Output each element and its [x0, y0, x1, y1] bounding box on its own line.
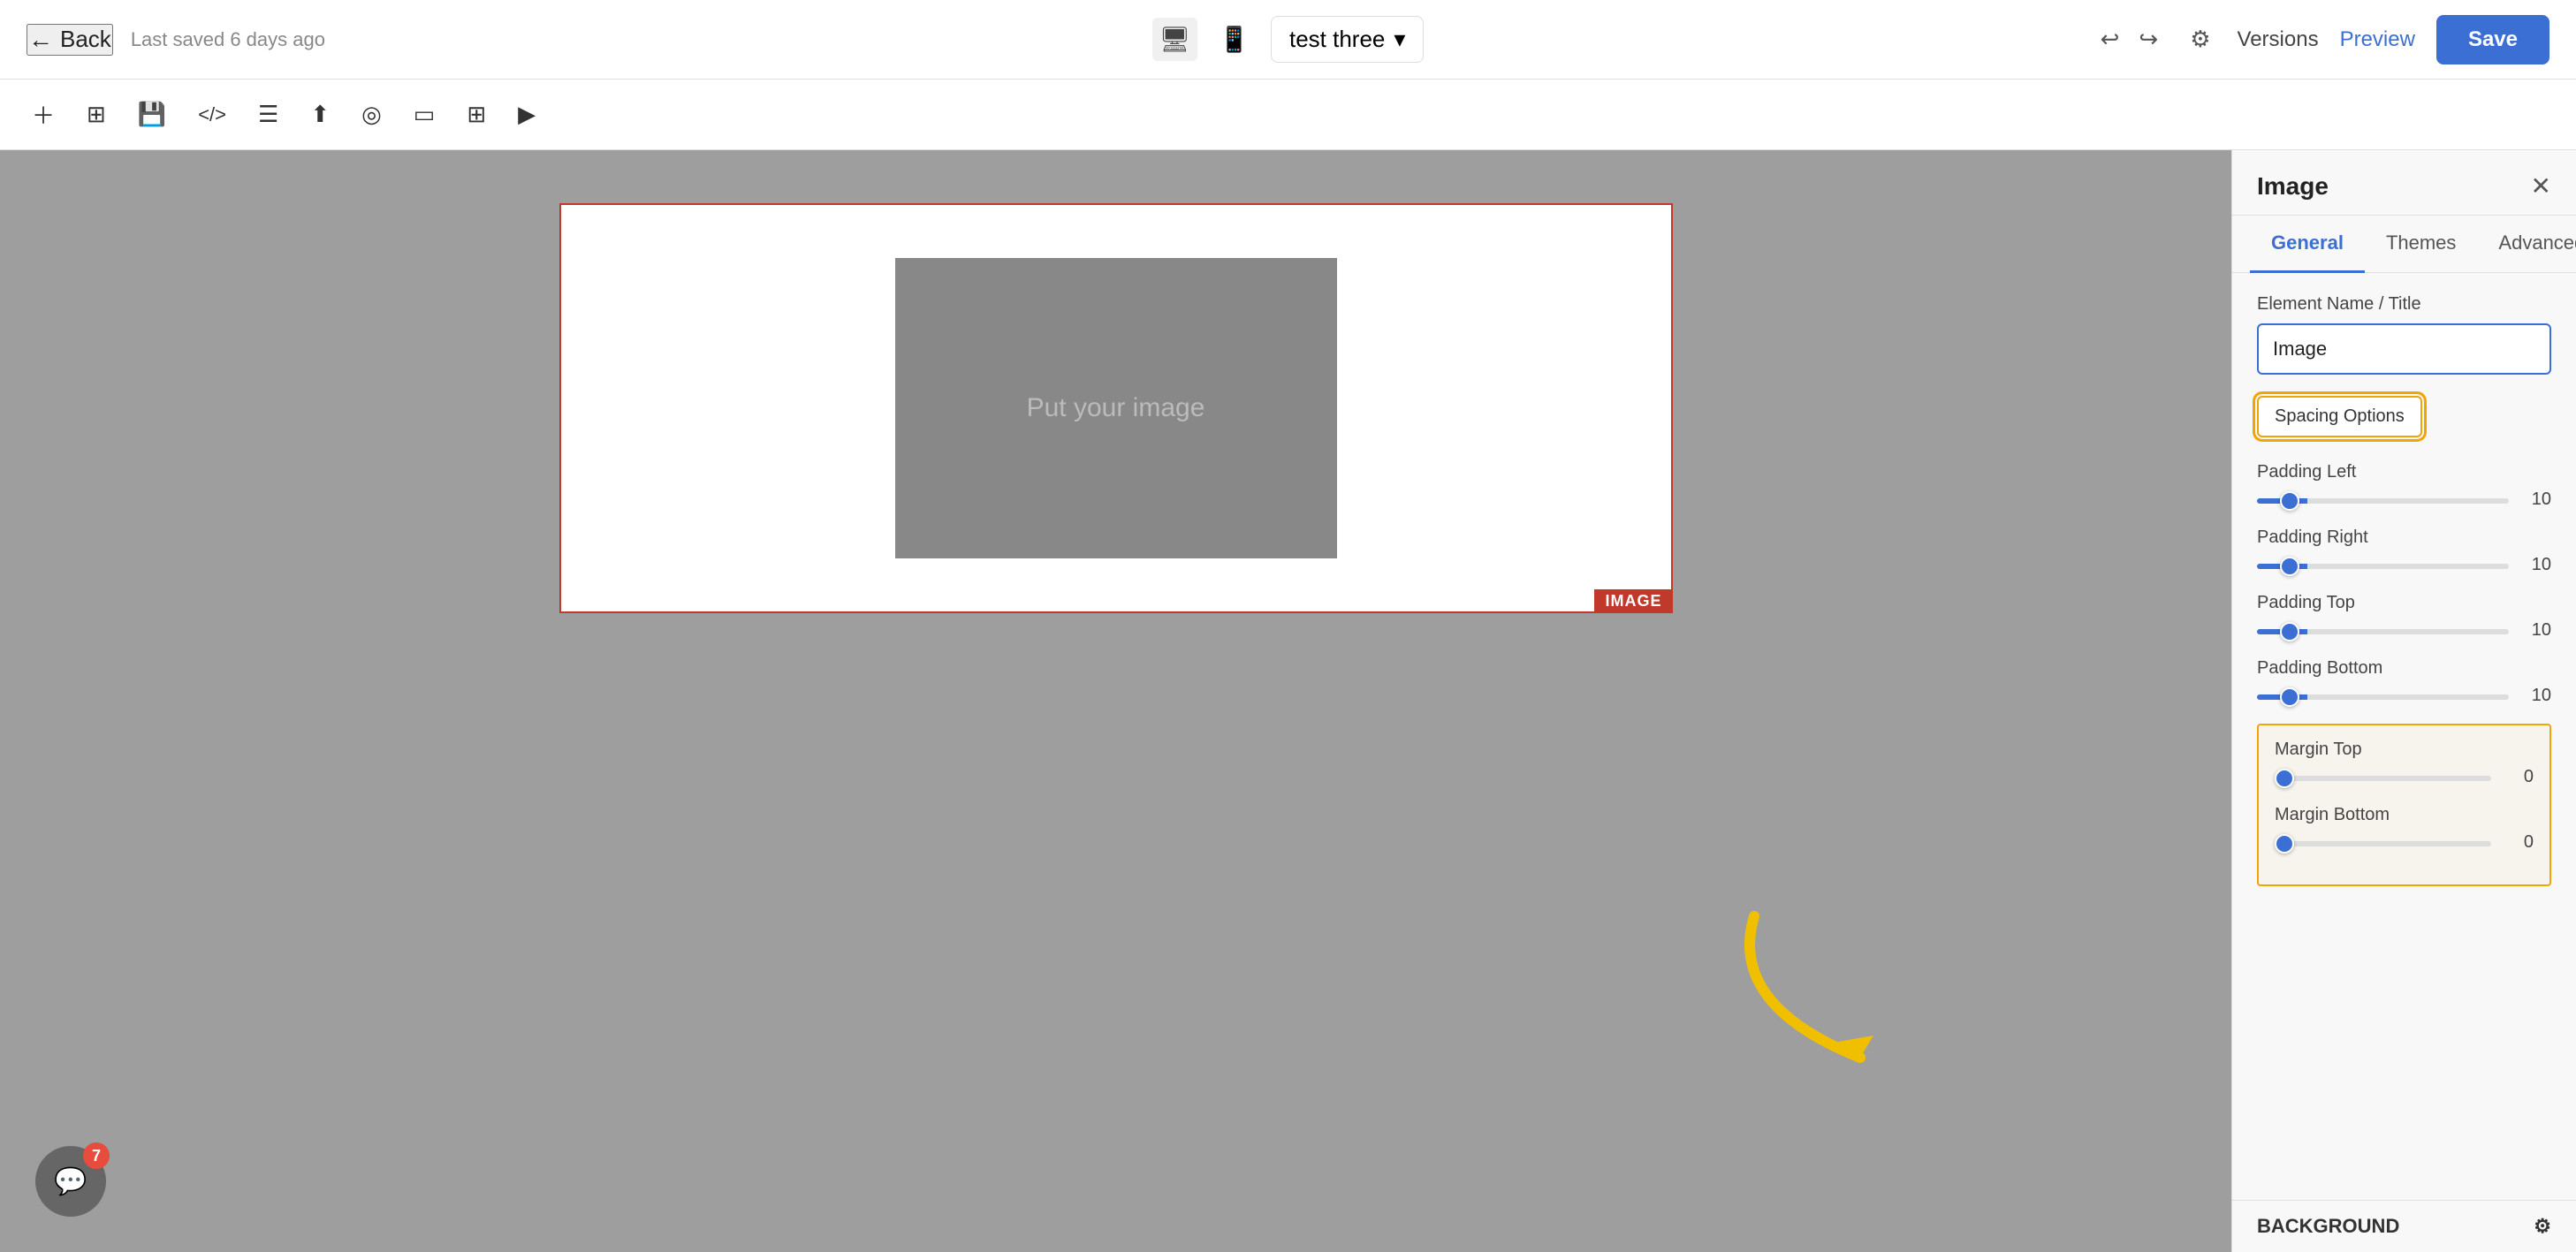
padding-top-slider-container: [2257, 623, 2509, 639]
preview-button[interactable]: Preview: [2340, 27, 2415, 52]
margin-top-slider[interactable]: [2275, 776, 2491, 781]
padding-left-value: 10: [2519, 489, 2551, 510]
tablet-icon[interactable]: 📱: [1212, 18, 1257, 61]
canvas-frame: Put your image IMAGE: [559, 203, 1673, 613]
device-icons: 🖥 📱: [1152, 18, 1257, 61]
undo-redo-group: ↩ ↪: [2095, 20, 2164, 58]
padding-right-slider-container: [2257, 558, 2509, 573]
spacing-options-button[interactable]: Spacing Options: [2257, 396, 2551, 462]
margin-top-label: Margin Top: [2275, 740, 2534, 760]
padding-left-slider-container: [2257, 492, 2509, 508]
dropdown-arrow-icon: ▾: [1394, 26, 1405, 53]
desktop-icon[interactable]: 🖥: [1152, 18, 1198, 61]
top-bar-center: 🖥 📱 test three ▾: [1152, 16, 1425, 63]
padding-top-row: 10: [2257, 620, 2551, 641]
frame-icon[interactable]: ▭: [407, 94, 443, 135]
margin-bottom-section: Margin Bottom 0: [2275, 805, 2534, 853]
tab-advanced[interactable]: Advanced: [2477, 216, 2576, 273]
margin-top-section: Margin Top 0: [2275, 740, 2534, 787]
padding-bottom-slider[interactable]: [2257, 694, 2509, 700]
margin-bottom-slider[interactable]: [2275, 841, 2491, 846]
project-name-text: test three: [1289, 26, 1385, 53]
versions-button[interactable]: Versions: [2238, 27, 2319, 52]
chat-badge: 7: [83, 1142, 110, 1169]
padding-left-label: Padding Left: [2257, 462, 2551, 482]
padding-left-row: 10: [2257, 489, 2551, 510]
padding-bottom-label: Padding Bottom: [2257, 658, 2551, 679]
image-label: IMAGE: [1594, 589, 1672, 613]
padding-bottom-value: 10: [2519, 686, 2551, 706]
layers-icon[interactable]: ⊞: [80, 94, 113, 135]
save-file-icon[interactable]: 💾: [131, 94, 173, 135]
save-button[interactable]: Save: [2436, 15, 2549, 64]
canvas-area: Put your image IMAGE: [0, 150, 2231, 1252]
grid-icon[interactable]: ⊞: [460, 94, 493, 135]
margin-top-row: 0: [2275, 767, 2534, 787]
padding-bottom-row: 10: [2257, 686, 2551, 706]
padding-top-slider[interactable]: [2257, 629, 2509, 634]
layout-icon[interactable]: ☰: [251, 94, 285, 135]
toolbar: ＋ ⊞ 💾 </> ☰ ⬆ ◎ ▭ ⊞ ▶: [0, 80, 2576, 150]
image-placeholder: Put your image: [895, 258, 1337, 558]
spacing-options-btn[interactable]: Spacing Options: [2257, 396, 2422, 437]
publish-icon[interactable]: ▶: [511, 94, 543, 135]
padding-top-section: Padding Top 10: [2257, 593, 2551, 641]
margin-top-slider-container: [2275, 770, 2491, 785]
margin-bottom-value: 0: [2502, 832, 2534, 853]
padding-right-value: 10: [2519, 555, 2551, 575]
top-bar: ← Back Last saved 6 days ago 🖥 📱 test th…: [0, 0, 2576, 80]
padding-left-slider[interactable]: [2257, 498, 2509, 504]
back-arrow-icon: ←: [28, 26, 53, 54]
padding-top-value: 10: [2519, 620, 2551, 641]
panel-content: Element Name / Title Spacing Options Pad…: [2232, 273, 2576, 1200]
top-bar-left: ← Back Last saved 6 days ago: [27, 24, 325, 56]
export-icon[interactable]: ⬆: [303, 94, 337, 135]
annotation-arrow: [1701, 899, 1931, 1093]
back-button[interactable]: ← Back: [27, 24, 113, 56]
main-area: Put your image IMAGE Image ✕ General The…: [0, 150, 2576, 1252]
tab-general[interactable]: General: [2250, 216, 2365, 273]
top-bar-right: ↩ ↪ ⚙ Versions Preview Save: [2095, 15, 2549, 64]
padding-bottom-slider-container: [2257, 688, 2509, 704]
background-expand-icon: ⚙: [2534, 1215, 2551, 1238]
component-icon[interactable]: ◎: [354, 94, 389, 135]
code-icon[interactable]: </>: [191, 96, 233, 133]
background-section-header[interactable]: BACKGROUND ⚙: [2232, 1200, 2576, 1252]
element-name-input[interactable]: [2257, 323, 2551, 375]
panel-title: Image: [2257, 172, 2329, 201]
margin-bottom-label: Margin Bottom: [2275, 805, 2534, 825]
padding-top-label: Padding Top: [2257, 593, 2551, 613]
padding-right-row: 10: [2257, 555, 2551, 575]
last-saved-text: Last saved 6 days ago: [131, 28, 325, 51]
right-panel: Image ✕ General Themes Advanced Element …: [2231, 150, 2576, 1252]
project-name-button[interactable]: test three ▾: [1271, 16, 1424, 63]
padding-left-section: Padding Left 10: [2257, 462, 2551, 510]
redo-button[interactable]: ↪: [2133, 20, 2163, 58]
margin-top-value: 0: [2502, 767, 2534, 787]
padding-bottom-section: Padding Bottom 10: [2257, 658, 2551, 706]
chat-bubble[interactable]: 💬 7: [35, 1146, 106, 1217]
background-header-inner: BACKGROUND ⚙: [2257, 1215, 2551, 1238]
panel-header: Image ✕: [2232, 150, 2576, 216]
margin-bottom-slider-container: [2275, 835, 2491, 851]
image-placeholder-text: Put your image: [1027, 393, 1205, 423]
back-label: Back: [60, 26, 111, 53]
panel-tabs: General Themes Advanced: [2232, 216, 2576, 273]
settings-button[interactable]: ⚙: [2185, 20, 2215, 58]
add-icon[interactable]: ＋: [25, 91, 62, 138]
margin-highlight-box: Margin Top 0 Margin Bottom: [2257, 724, 2551, 886]
padding-right-slider[interactable]: [2257, 564, 2509, 569]
element-name-label: Element Name / Title: [2257, 294, 2551, 315]
tab-themes[interactable]: Themes: [2365, 216, 2477, 273]
close-panel-button[interactable]: ✕: [2531, 171, 2551, 201]
margin-bottom-row: 0: [2275, 832, 2534, 853]
chat-icon: 💬: [54, 1166, 87, 1197]
padding-right-label: Padding Right: [2257, 527, 2551, 548]
background-label: BACKGROUND: [2257, 1215, 2399, 1238]
undo-button[interactable]: ↩: [2095, 20, 2125, 58]
padding-right-section: Padding Right 10: [2257, 527, 2551, 575]
